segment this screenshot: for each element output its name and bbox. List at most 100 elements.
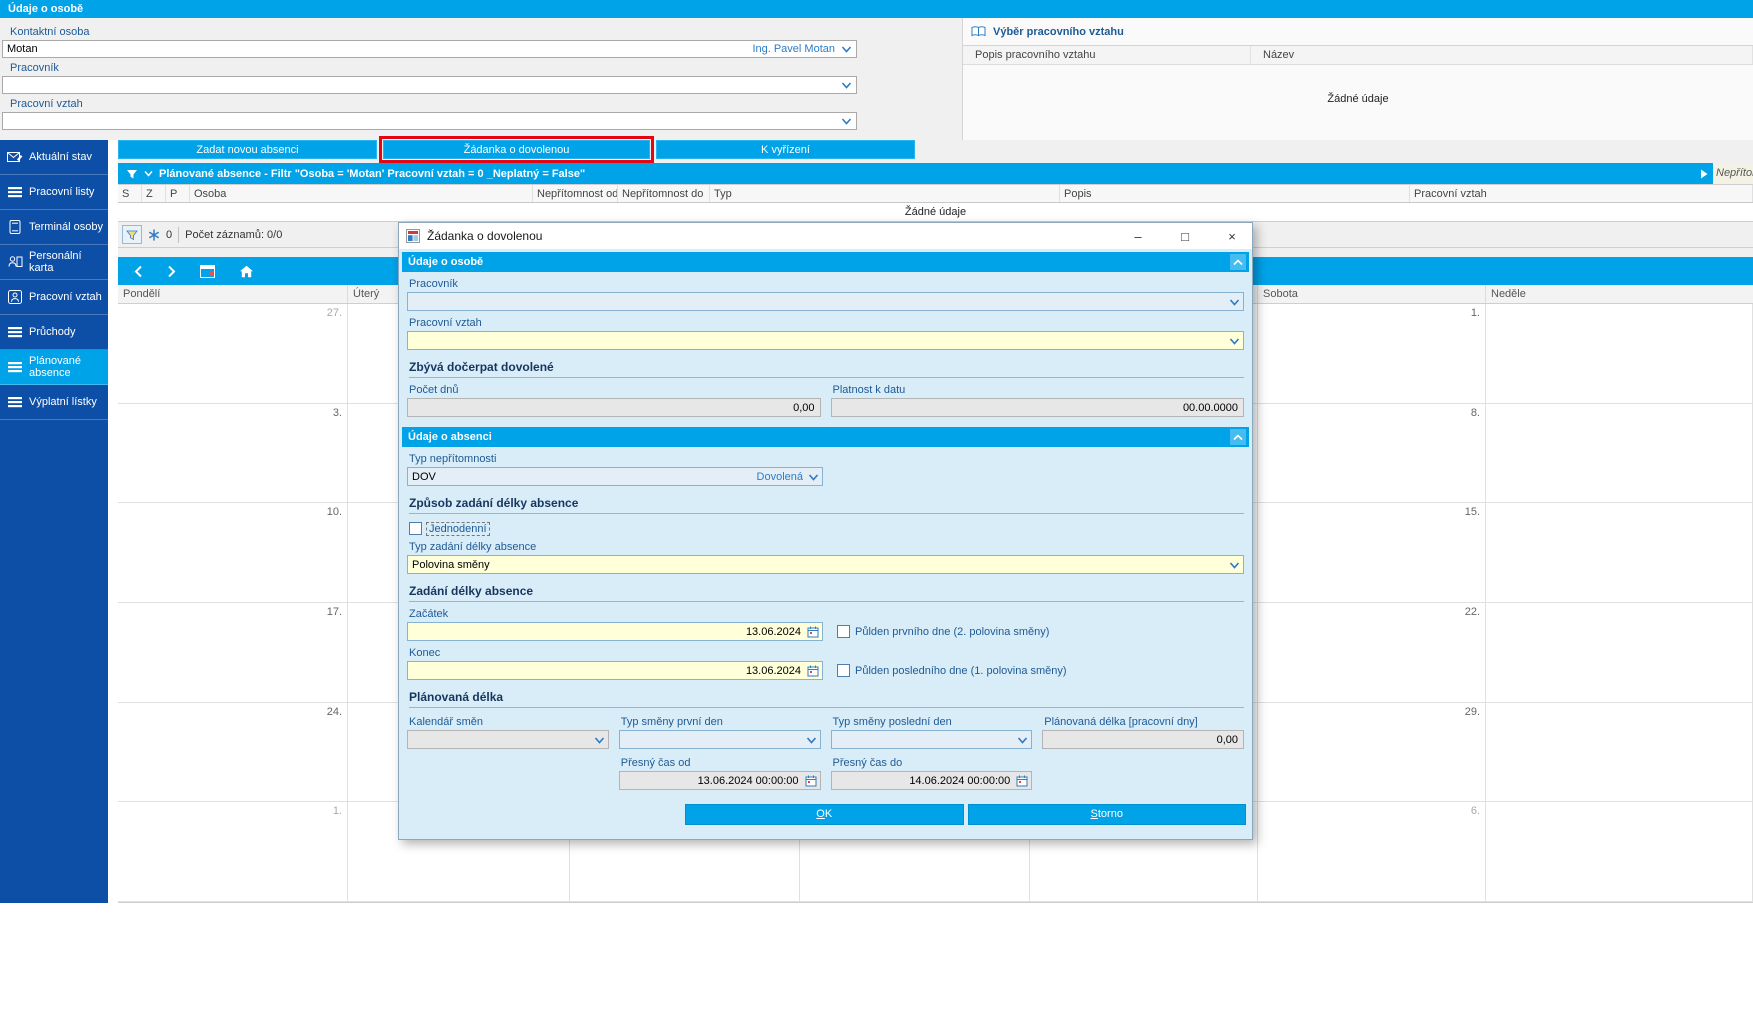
calendar-icon[interactable] <box>805 662 821 679</box>
work-relation-input[interactable] <box>2 112 857 130</box>
calendar-cell[interactable] <box>1486 503 1753 603</box>
calendar-cell[interactable]: 8. <box>1258 403 1486 504</box>
absence-type-combobox[interactable]: DOV Dovolená <box>407 467 823 486</box>
sidebar-item-vyplatni-listky[interactable]: Výplatní lístky <box>0 385 108 420</box>
chevron-down-icon[interactable] <box>592 731 607 748</box>
filter-icon[interactable] <box>126 168 138 180</box>
column-header-s[interactable]: S <box>118 185 142 202</box>
filter-toggle-button[interactable] <box>122 225 142 244</box>
chevron-down-icon[interactable] <box>1227 332 1242 349</box>
chevron-down-icon[interactable] <box>1015 731 1030 748</box>
minimize-button[interactable]: – <box>1118 223 1158 249</box>
expand-right-icon[interactable] <box>1700 169 1708 179</box>
half-first-day-checkbox[interactable] <box>837 625 850 638</box>
start-date-input[interactable]: 13.06.2024 <box>407 622 823 641</box>
calendar-cell[interactable] <box>1486 802 1753 902</box>
chevron-down-icon[interactable] <box>1227 293 1242 310</box>
column-header-p[interactable]: P <box>166 185 190 202</box>
calendar-icon[interactable] <box>803 772 819 789</box>
list-icon <box>5 396 25 408</box>
sidebar-item-pracovni-vztah[interactable]: Pracovní vztah <box>0 280 108 315</box>
contact-person-value: Motan <box>7 43 38 55</box>
worker-combobox[interactable] <box>407 292 1244 311</box>
cancel-button[interactable]: Storno <box>967 804 1246 825</box>
sidebar-item-aktualni-stav[interactable]: Aktuální stav <box>0 140 108 175</box>
length-type-combobox[interactable]: Polovina směny <box>407 555 1244 574</box>
column-header-nepritomnost-od[interactable]: Nepřítomnost od <box>533 185 618 202</box>
calendar-cell[interactable] <box>1486 304 1753 404</box>
column-header-osoba[interactable]: Osoba <box>190 185 533 202</box>
calendar-cell[interactable]: 22. <box>1258 602 1486 703</box>
relation-combobox[interactable] <box>407 331 1244 350</box>
calendar-cell[interactable]: 1. <box>1258 304 1486 404</box>
ok-button[interactable]: OK <box>685 804 964 825</box>
tab-zadat-novou-absenci[interactable]: Zadat novou absenci <box>118 140 377 159</box>
maximize-button[interactable]: □ <box>1165 223 1205 249</box>
chevron-down-icon[interactable] <box>806 468 821 485</box>
section-title: Údaje o osobě <box>408 256 484 268</box>
dialog-titlebar[interactable]: Žádanka o dovolenou – □ × <box>399 223 1252 249</box>
calendar-icon[interactable] <box>805 623 821 640</box>
half-last-day-checkbox[interactable] <box>837 664 850 677</box>
column-header-nepritomnost-do[interactable]: Nepřítomnost do <box>618 185 710 202</box>
filter-icon <box>126 229 138 241</box>
dialog-app-icon <box>406 229 420 243</box>
calendar-cell[interactable] <box>1486 602 1753 703</box>
chevron-down-icon[interactable] <box>839 41 854 57</box>
collapse-button[interactable] <box>1230 429 1246 445</box>
calendar-cell[interactable]: 29. <box>1258 702 1486 803</box>
column-header-z[interactable]: Z <box>142 185 166 202</box>
sidebar-item-pracovni-listy[interactable]: Pracovní listy <box>0 175 108 210</box>
calendar-cell[interactable]: 1. <box>118 802 348 902</box>
shift-last-combobox[interactable] <box>830 730 1033 749</box>
column-header-popis-pracovniho-vztahu[interactable]: Popis pracovního vztahu <box>963 46 1251 64</box>
shift-calendar-combobox[interactable] <box>407 730 609 749</box>
calendar-cell[interactable]: 24. <box>118 702 348 803</box>
calendar-icon[interactable] <box>1014 772 1030 789</box>
close-button[interactable]: × <box>1212 223 1252 249</box>
prev-period-button[interactable] <box>134 265 143 278</box>
days-label: Počet dnů <box>409 384 459 396</box>
calendar-cell[interactable]: 3. <box>118 403 348 504</box>
worker-input[interactable] <box>2 76 857 94</box>
chevron-up-icon <box>1233 258 1243 266</box>
calendar-cell[interactable]: 17. <box>118 602 348 703</box>
chevron-down-icon[interactable] <box>839 77 854 93</box>
home-icon[interactable] <box>239 265 254 278</box>
calendar-cell[interactable] <box>1486 702 1753 803</box>
calendar-cell[interactable]: 6. <box>1258 802 1486 902</box>
method-section-title: Způsob zadání délky absence <box>409 496 1244 514</box>
view-mode-icon[interactable] <box>200 264 215 278</box>
one-day-checkbox[interactable] <box>409 522 422 535</box>
calendar-cell[interactable] <box>1486 403 1753 504</box>
chevron-down-icon[interactable] <box>839 113 854 129</box>
calendar-cell[interactable]: 27. <box>118 304 348 404</box>
column-header-popis[interactable]: Popis <box>1060 185 1410 202</box>
half-first-day-label[interactable]: Půlden prvního dne (2. polovina směny) <box>855 626 1049 638</box>
tab-k-vyrizeni[interactable]: K vyřízení <box>656 140 915 159</box>
filter-bar[interactable]: Plánované absence - Filtr "Osoba = 'Mota… <box>118 163 1713 184</box>
settings-icon[interactable] <box>148 228 160 241</box>
contact-person-input[interactable]: Motan Ing. Pavel Motan <box>2 40 857 58</box>
half-last-day-label[interactable]: Půlden posledního dne (1. polovina směny… <box>855 665 1067 677</box>
column-header-typ[interactable]: Typ <box>710 185 1060 202</box>
shift-first-combobox[interactable] <box>618 730 821 749</box>
worker-label: Pracovník <box>409 278 458 290</box>
chevron-down-icon[interactable] <box>804 731 819 748</box>
tab-zadanka-o-dovolenou[interactable]: Žádanka o dovolenou <box>379 136 654 163</box>
one-day-label[interactable]: Jednodenní <box>426 521 490 536</box>
next-period-button[interactable] <box>167 265 176 278</box>
planned-length-value: 0,00 <box>1216 733 1238 746</box>
end-date-input[interactable]: 13.06.2024 <box>407 661 823 680</box>
chevron-down-icon[interactable] <box>144 170 153 177</box>
calendar-cell[interactable]: 15. <box>1258 503 1486 603</box>
sidebar-item-pruchody[interactable]: Průchody <box>0 315 108 350</box>
sidebar-item-planovane-absence[interactable]: Plánované absence <box>0 350 108 385</box>
collapse-button[interactable] <box>1230 254 1246 270</box>
chevron-down-icon[interactable] <box>1227 556 1242 573</box>
calendar-cell[interactable]: 10. <box>118 503 348 603</box>
sidebar-item-terminal-osoby[interactable]: Terminál osoby <box>0 210 108 245</box>
column-header-nazev[interactable]: Název <box>1251 46 1753 64</box>
sidebar-item-personalni-karta[interactable]: Personální karta <box>0 245 108 280</box>
column-header-pracovni-vztah[interactable]: Pracovní vztah <box>1410 185 1753 202</box>
